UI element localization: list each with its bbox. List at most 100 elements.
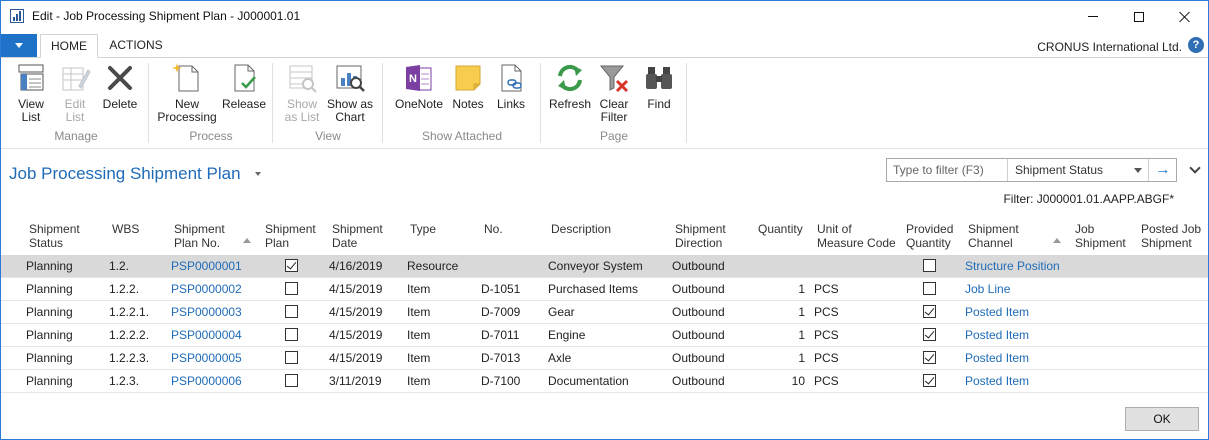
shipment-plan-checkbox[interactable] <box>285 259 298 272</box>
cell-plan-no[interactable]: PSP0000001 <box>171 259 242 273</box>
cell-direction: Outbound <box>672 282 725 296</box>
provided-quantity-checkbox[interactable] <box>923 328 936 341</box>
shipment-plan-checkbox[interactable] <box>285 305 298 318</box>
chevron-down-icon[interactable] <box>255 172 261 176</box>
col-no[interactable]: No. <box>484 222 503 236</box>
find-button[interactable]: Find <box>640 62 678 111</box>
col-posted-job-shipment[interactable]: Posted Job Shipment <box>1141 222 1201 250</box>
app-menu-button[interactable] <box>1 34 37 57</box>
col-description[interactable]: Description <box>551 222 611 236</box>
new-document-icon <box>171 62 203 94</box>
cell-no: D-7100 <box>481 374 521 388</box>
minimize-button[interactable] <box>1070 1 1116 32</box>
cell-plan-no[interactable]: PSP0000002 <box>171 282 242 296</box>
col-shipment-status[interactable]: Shipment Status <box>29 222 80 250</box>
edit-list-button[interactable]: Edit List <box>57 62 93 124</box>
tab-home[interactable]: HOME <box>40 34 98 58</box>
filter-field-select[interactable]: Shipment Status <box>1009 159 1149 181</box>
cell-uom: PCS <box>814 351 839 365</box>
notes-button[interactable]: Notes <box>450 62 486 111</box>
cell-no: D-7011 <box>481 328 520 342</box>
filter-text: Filter: J000001.01.AAPP.ABGF* <box>1003 192 1174 206</box>
cell-wbs: 1.2.3. <box>109 374 140 388</box>
ribbon: View List Edit List Delete Manage New Pr… <box>1 58 1208 149</box>
col-shipment-date[interactable]: Shipment Date <box>332 222 383 250</box>
cell-channel[interactable]: Posted Item <box>965 374 1029 388</box>
col-shipment-direction[interactable]: Shipment Direction <box>675 222 726 250</box>
filter-bar: Shipment Status → <box>886 158 1177 182</box>
ok-button[interactable]: OK <box>1125 407 1199 431</box>
view-list-icon <box>15 62 47 94</box>
shipment-plan-checkbox[interactable] <box>285 328 298 341</box>
provided-quantity-checkbox[interactable] <box>923 351 936 364</box>
refresh-button[interactable]: Refresh <box>547 62 593 111</box>
show-as-chart-button[interactable]: Show as Chart <box>326 62 374 124</box>
cell-channel[interactable]: Posted Item <box>965 305 1029 319</box>
col-wbs[interactable]: WBS <box>112 222 139 236</box>
cell-plan-no[interactable]: PSP0000004 <box>171 328 242 342</box>
cell-plan-no[interactable]: PSP0000005 <box>171 351 242 365</box>
provided-quantity-checkbox[interactable] <box>923 282 936 295</box>
cell-wbs: 1.2.2.3. <box>109 351 150 365</box>
col-type[interactable]: Type <box>410 222 436 236</box>
table-row[interactable]: Planning 1.2. PSP0000001 4/16/2019 Resource C… <box>1 255 1208 278</box>
onenote-button[interactable]: N OneNote <box>391 62 447 111</box>
cell-wbs: 1.2. <box>109 259 130 273</box>
apply-filter-button[interactable]: → <box>1150 159 1176 181</box>
col-shipment-plan-no[interactable]: Shipment Plan No. <box>174 222 225 250</box>
table-row[interactable]: Planning 1.2.2. PSP0000002 4/15/2019 Item D-1… <box>1 278 1208 301</box>
provided-quantity-checkbox[interactable] <box>923 374 936 387</box>
cell-plan-no[interactable]: PSP0000003 <box>171 305 242 319</box>
group-manage: Manage <box>54 129 98 143</box>
cell-date: 3/11/2019 <box>329 374 382 388</box>
close-icon <box>1179 11 1191 23</box>
cell-channel[interactable]: Posted Item <box>965 328 1029 342</box>
table-row[interactable]: Planning 1.2.2.1. PSP0000003 4/15/2019 Item D… <box>1 301 1208 324</box>
col-shipment-plan[interactable]: Shipment Plan <box>265 222 316 250</box>
cell-type: Item <box>407 351 431 365</box>
maximize-button[interactable] <box>1116 1 1162 32</box>
cell-channel[interactable]: Posted Item <box>965 351 1029 365</box>
page-title: Job Processing Shipment Plan <box>9 164 241 183</box>
cell-channel[interactable]: Job Line <box>965 282 1010 296</box>
provided-quantity-checkbox[interactable] <box>923 305 936 318</box>
filter-input[interactable] <box>887 159 1008 181</box>
show-as-list-button[interactable]: Show as List <box>281 62 323 124</box>
clear-filter-button[interactable]: Clear Filter <box>595 62 633 124</box>
cell-status: Planning <box>26 374 73 388</box>
cell-date: 4/15/2019 <box>329 305 383 319</box>
provided-quantity-checkbox[interactable] <box>923 259 936 272</box>
shipment-plan-checkbox[interactable] <box>285 282 298 295</box>
release-button[interactable]: Release <box>222 62 266 111</box>
col-job-shipment[interactable]: Job Shipment <box>1075 222 1126 250</box>
help-icon[interactable]: ? <box>1188 37 1204 53</box>
group-show-attached: Show Attached <box>421 129 503 143</box>
close-button[interactable] <box>1162 1 1208 32</box>
view-list-button[interactable]: View List <box>11 62 51 124</box>
col-unit-of-measure[interactable]: Unit of Measure Code <box>817 222 896 250</box>
cell-description: Gear <box>548 305 575 319</box>
tab-actions[interactable]: ACTIONS <box>104 34 168 58</box>
col-quantity[interactable]: Quantity <box>758 222 803 236</box>
cell-quantity: 10 <box>791 374 805 388</box>
maximize-icon <box>1134 11 1144 22</box>
cell-plan-no[interactable]: PSP0000006 <box>171 374 242 388</box>
chevron-down-icon[interactable] <box>1189 162 1201 174</box>
cell-uom: PCS <box>814 282 839 296</box>
col-provided-quantity[interactable]: Provided Quantity <box>906 222 953 250</box>
shipment-plan-checkbox[interactable] <box>285 351 298 364</box>
company-name: CRONUS International Ltd. <box>1037 40 1182 54</box>
delete-button[interactable]: Delete <box>100 62 140 111</box>
links-button[interactable]: Links <box>491 62 531 111</box>
cell-direction: Outbound <box>672 328 725 342</box>
table-row[interactable]: Planning 1.2.2.2. PSP0000004 4/15/2019 Item D… <box>1 324 1208 347</box>
sort-ascending-icon <box>243 238 251 243</box>
shipment-plan-checkbox[interactable] <box>285 374 298 387</box>
svg-text:N: N <box>409 73 417 85</box>
cell-date: 4/16/2019 <box>329 259 383 273</box>
cell-channel[interactable]: Structure Position <box>965 259 1060 273</box>
col-shipment-channel[interactable]: Shipment Channel <box>968 222 1019 250</box>
table-row[interactable]: Planning 1.2.2.3. PSP0000005 4/15/2019 Item D… <box>1 347 1208 370</box>
table-row[interactable]: Planning 1.2.3. PSP0000006 3/11/2019 Item D-7… <box>1 370 1208 393</box>
new-processing-button[interactable]: New Processing <box>156 62 218 124</box>
